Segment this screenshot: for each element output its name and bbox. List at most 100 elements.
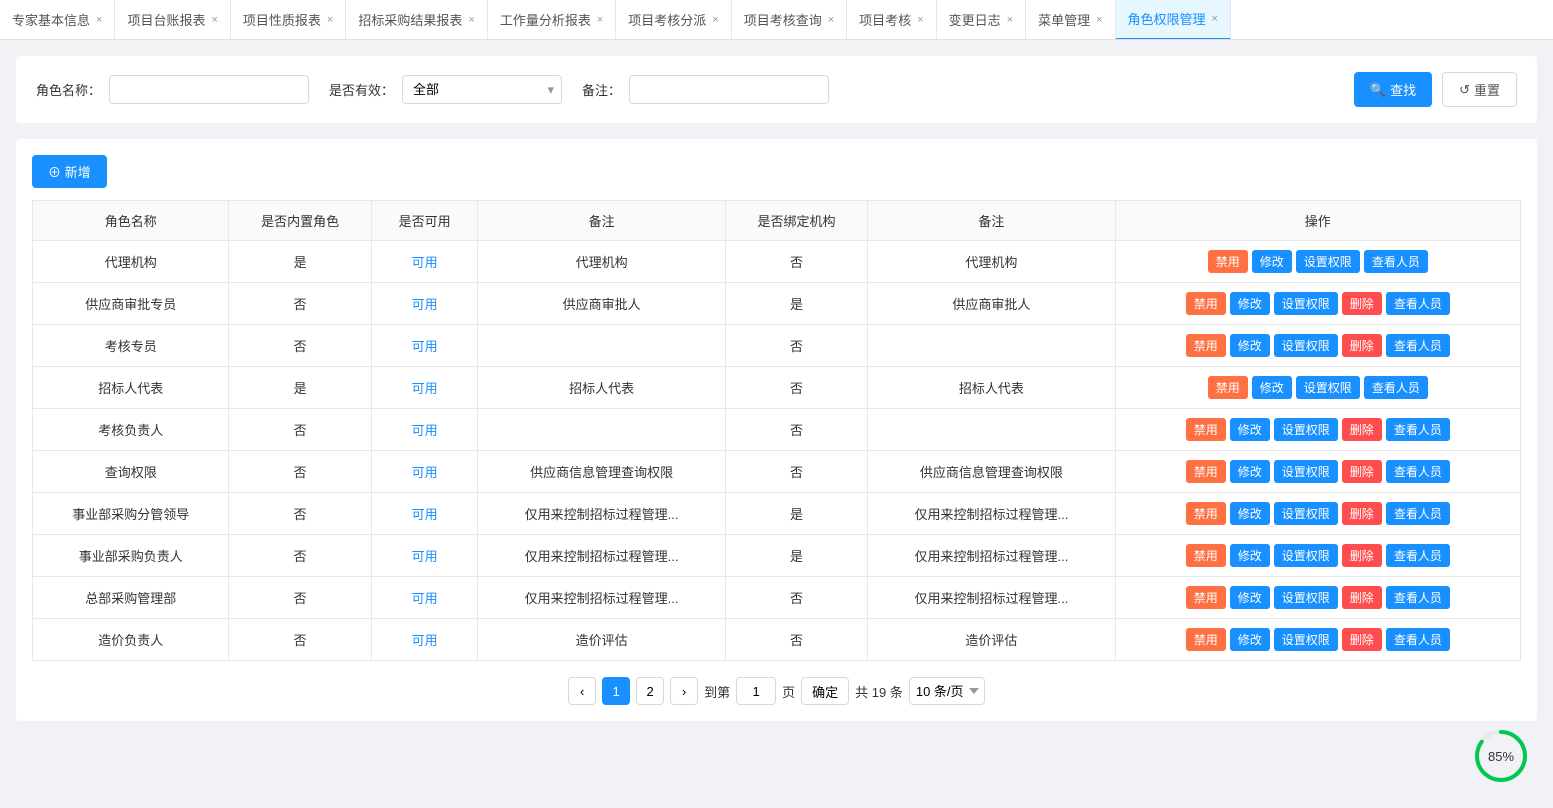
is-valid-select[interactable]: 全部是否 — [402, 75, 562, 104]
action-btn-禁用[interactable]: 禁用 — [1186, 460, 1226, 483]
tab-close-icon[interactable]: × — [211, 14, 217, 26]
tab-change-log[interactable]: 变更日志× — [937, 0, 1026, 40]
action-btn-禁用[interactable]: 禁用 — [1186, 292, 1226, 315]
tab-close-icon[interactable]: × — [828, 14, 834, 26]
table-row: 招标人代表是可用招标人代表否招标人代表禁用修改设置权限查看人员 — [33, 367, 1521, 409]
action-btn-查看人员[interactable]: 查看人员 — [1364, 376, 1428, 399]
cell-5: 仅用来控制招标过程管理... — [868, 577, 1115, 619]
action-btn-查看人员[interactable]: 查看人员 — [1386, 586, 1450, 609]
action-btn-设置权限[interactable]: 设置权限 — [1274, 418, 1338, 441]
action-btn-设置权限[interactable]: 设置权限 — [1274, 502, 1338, 525]
action-btn-修改[interactable]: 修改 — [1230, 334, 1270, 357]
tab-bid-result[interactable]: 招标采购结果报表× — [346, 0, 487, 40]
page-2-button[interactable]: 2 — [636, 677, 664, 705]
action-btn-修改[interactable]: 修改 — [1230, 586, 1270, 609]
tab-review[interactable]: 项目考核× — [847, 0, 936, 40]
action-btn-修改[interactable]: 修改 — [1230, 460, 1270, 483]
action-btn-禁用[interactable]: 禁用 — [1186, 544, 1226, 567]
action-btn-禁用[interactable]: 禁用 — [1186, 586, 1226, 609]
action-btn-查看人员[interactable]: 查看人员 — [1386, 628, 1450, 651]
action-btn-查看人员[interactable]: 查看人员 — [1364, 250, 1428, 273]
action-btn-删除[interactable]: 删除 — [1342, 502, 1382, 525]
tab-close-icon[interactable]: × — [327, 14, 333, 26]
table-body: 代理机构是可用代理机构否代理机构禁用修改设置权限查看人员供应商审批专员否可用供应… — [33, 241, 1521, 661]
action-btn-设置权限[interactable]: 设置权限 — [1274, 460, 1338, 483]
tab-review-assign[interactable]: 项目考核分派× — [616, 0, 731, 40]
action-btn-设置权限[interactable]: 设置权限 — [1274, 628, 1338, 651]
action-btn-设置权限[interactable]: 设置权限 — [1274, 292, 1338, 315]
action-btn-删除[interactable]: 删除 — [1342, 418, 1382, 441]
action-btn-设置权限[interactable]: 设置权限 — [1274, 334, 1338, 357]
action-btn-查看人员[interactable]: 查看人员 — [1386, 544, 1450, 567]
tab-menu-mgmt[interactable]: 菜单管理× — [1026, 0, 1115, 40]
action-btn-修改[interactable]: 修改 — [1230, 418, 1270, 441]
reset-button[interactable]: ↺ 重置 — [1442, 72, 1517, 107]
tab-expert[interactable]: 专家基本信息× — [0, 0, 115, 40]
action-btn-删除[interactable]: 删除 — [1342, 544, 1382, 567]
action-btn-删除[interactable]: 删除 — [1342, 460, 1382, 483]
cell-1: 否 — [229, 493, 371, 535]
action-btn-禁用[interactable]: 禁用 — [1186, 418, 1226, 441]
action-btn-修改[interactable]: 修改 — [1230, 628, 1270, 651]
action-btn-删除[interactable]: 删除 — [1342, 292, 1382, 315]
action-btn-设置权限[interactable]: 设置权限 — [1274, 544, 1338, 567]
page-1-button[interactable]: 1 — [602, 677, 630, 705]
action-btn-禁用[interactable]: 禁用 — [1186, 502, 1226, 525]
per-page-select[interactable]: 10 条/页20 条/页50 条/页 — [909, 677, 985, 705]
tab-project-ledger[interactable]: 项目台账报表× — [115, 0, 230, 40]
col-是否绑定机构: 是否绑定机构 — [725, 201, 867, 241]
cell-1: 否 — [229, 325, 371, 367]
goto-confirm-button[interactable]: 确定 — [801, 677, 849, 705]
action-cell: 禁用修改设置权限删除查看人员 — [1115, 577, 1520, 619]
action-btn-删除[interactable]: 删除 — [1342, 334, 1382, 357]
role-name-input[interactable] — [109, 75, 309, 104]
cell-1: 是 — [229, 367, 371, 409]
tab-workload[interactable]: 工作量分析报表× — [488, 0, 616, 40]
tab-close-icon[interactable]: × — [712, 14, 718, 26]
add-button[interactable]: ⊕ 新增 — [32, 155, 107, 188]
action-btn-禁用[interactable]: 禁用 — [1208, 250, 1248, 273]
prev-page-button[interactable]: ‹ — [568, 677, 596, 705]
action-btn-删除[interactable]: 删除 — [1342, 586, 1382, 609]
col-是否内置角色: 是否内置角色 — [229, 201, 371, 241]
cell-0: 事业部采购负责人 — [33, 535, 229, 577]
search-button[interactable]: 🔍 查找 — [1354, 72, 1432, 107]
action-cell: 禁用修改设置权限删除查看人员 — [1115, 451, 1520, 493]
tab-close-icon[interactable]: × — [96, 14, 102, 26]
remark-input[interactable] — [629, 75, 829, 104]
cell-0: 供应商审批专员 — [33, 283, 229, 325]
tab-role-perm[interactable]: 角色权限管理× — [1116, 0, 1231, 40]
tab-review-query[interactable]: 项目考核查询× — [732, 0, 847, 40]
action-btn-修改[interactable]: 修改 — [1230, 502, 1270, 525]
table-row: 代理机构是可用代理机构否代理机构禁用修改设置权限查看人员 — [33, 241, 1521, 283]
tab-close-icon[interactable]: × — [597, 14, 603, 26]
action-btn-修改[interactable]: 修改 — [1252, 250, 1292, 273]
tab-close-icon[interactable]: × — [1096, 14, 1102, 26]
action-btn-查看人员[interactable]: 查看人员 — [1386, 334, 1450, 357]
tab-close-icon[interactable]: × — [1007, 14, 1013, 26]
cell-1: 否 — [229, 619, 371, 661]
action-btn-设置权限[interactable]: 设置权限 — [1274, 586, 1338, 609]
action-btn-查看人员[interactable]: 查看人员 — [1386, 292, 1450, 315]
table-row: 考核负责人否可用否禁用修改设置权限删除查看人员 — [33, 409, 1521, 451]
cell-0: 总部采购管理部 — [33, 577, 229, 619]
tab-close-icon[interactable]: × — [468, 14, 474, 26]
cell-3: 代理机构 — [478, 241, 725, 283]
tab-project-nature[interactable]: 项目性质报表× — [231, 0, 346, 40]
action-btn-修改[interactable]: 修改 — [1252, 376, 1292, 399]
action-btn-查看人员[interactable]: 查看人员 — [1386, 460, 1450, 483]
action-btn-查看人员[interactable]: 查看人员 — [1386, 502, 1450, 525]
action-btn-禁用[interactable]: 禁用 — [1186, 628, 1226, 651]
goto-page-input[interactable] — [736, 677, 776, 705]
action-btn-禁用[interactable]: 禁用 — [1208, 376, 1248, 399]
action-btn-设置权限[interactable]: 设置权限 — [1296, 376, 1360, 399]
tab-close-icon[interactable]: × — [1212, 13, 1218, 25]
action-btn-查看人员[interactable]: 查看人员 — [1386, 418, 1450, 441]
next-page-button[interactable]: › — [670, 677, 698, 705]
action-btn-修改[interactable]: 修改 — [1230, 292, 1270, 315]
action-btn-删除[interactable]: 删除 — [1342, 628, 1382, 651]
tab-close-icon[interactable]: × — [917, 14, 923, 26]
action-btn-禁用[interactable]: 禁用 — [1186, 334, 1226, 357]
action-btn-修改[interactable]: 修改 — [1230, 544, 1270, 567]
action-btn-设置权限[interactable]: 设置权限 — [1296, 250, 1360, 273]
